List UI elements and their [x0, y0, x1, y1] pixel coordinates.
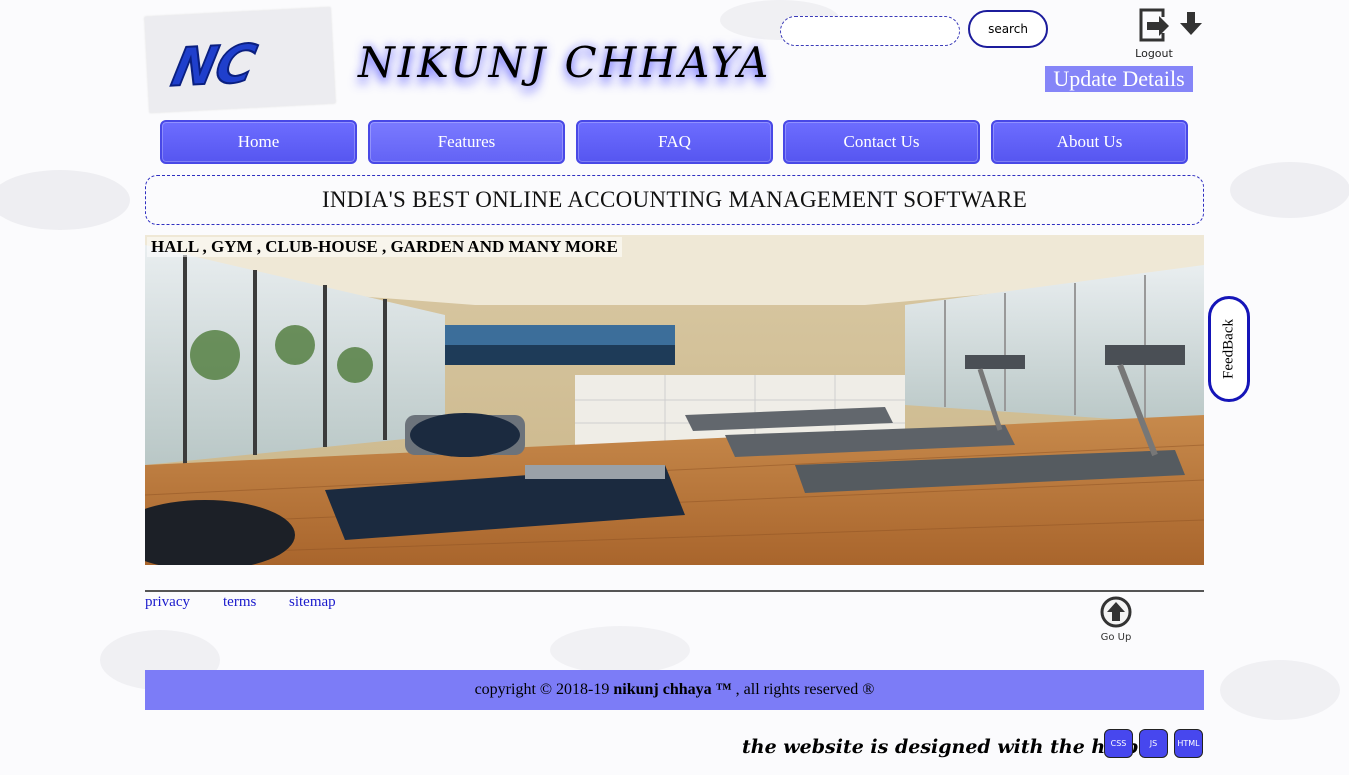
- footer-link-sitemap[interactable]: sitemap: [289, 594, 336, 611]
- copyright-bar: copyright © 2018-19 nikunj chhaya ™ , al…: [145, 670, 1204, 710]
- search-button[interactable]: search: [968, 10, 1048, 48]
- go-up-label: Go Up: [1100, 632, 1132, 643]
- nav-faq[interactable]: FAQ: [576, 120, 773, 164]
- nav-about-us[interactable]: About Us: [991, 120, 1188, 164]
- nav-features[interactable]: Features: [368, 120, 565, 164]
- copyright-prefix: copyright © 2018-19: [474, 681, 614, 698]
- arrow-up-circle-icon: [1100, 596, 1132, 628]
- tagline-banner: INDIA'S BEST ONLINE ACCOUNTING MANAGEMEN…: [145, 175, 1204, 225]
- footer-link-terms[interactable]: terms: [223, 594, 256, 611]
- footer-divider: [145, 590, 1204, 592]
- site-logo[interactable]: NC: [144, 7, 336, 113]
- feedback-tab[interactable]: FeedBack: [1208, 296, 1250, 402]
- search-input[interactable]: [780, 16, 960, 46]
- site-title: NIKUNJ CHHAYA: [358, 38, 772, 87]
- go-up-button[interactable]: Go Up: [1096, 596, 1136, 643]
- copyright-suffix: , all rights reserved ®: [731, 681, 875, 698]
- logout-button[interactable]: Logout: [1128, 8, 1180, 60]
- html-badge: HTML: [1174, 729, 1203, 758]
- feedback-label: FeedBack: [1220, 319, 1237, 379]
- update-details-button[interactable]: Update Details: [1045, 66, 1193, 92]
- nav-home[interactable]: Home: [160, 120, 357, 164]
- tagline-text: INDIA'S BEST ONLINE ACCOUNTING MANAGEMEN…: [321, 187, 1028, 212]
- copyright-name: nikunj chhaya ™: [613, 681, 732, 698]
- nav-contact-us[interactable]: Contact Us: [783, 120, 980, 164]
- banner-caption: HALL , GYM , CLUB-HOUSE , GARDEN AND MAN…: [147, 237, 622, 257]
- banner-image: [145, 235, 1204, 565]
- download-icon[interactable]: [1180, 12, 1202, 36]
- logout-icon: [1139, 8, 1169, 42]
- css-badge: CSS: [1104, 729, 1133, 758]
- js-badge: JS: [1139, 729, 1168, 758]
- designed-with-text: the website is designed with the help of: [742, 736, 1166, 758]
- logo-text: NC: [167, 34, 262, 99]
- footer-link-privacy[interactable]: privacy: [145, 594, 190, 611]
- logout-label: Logout: [1135, 47, 1173, 60]
